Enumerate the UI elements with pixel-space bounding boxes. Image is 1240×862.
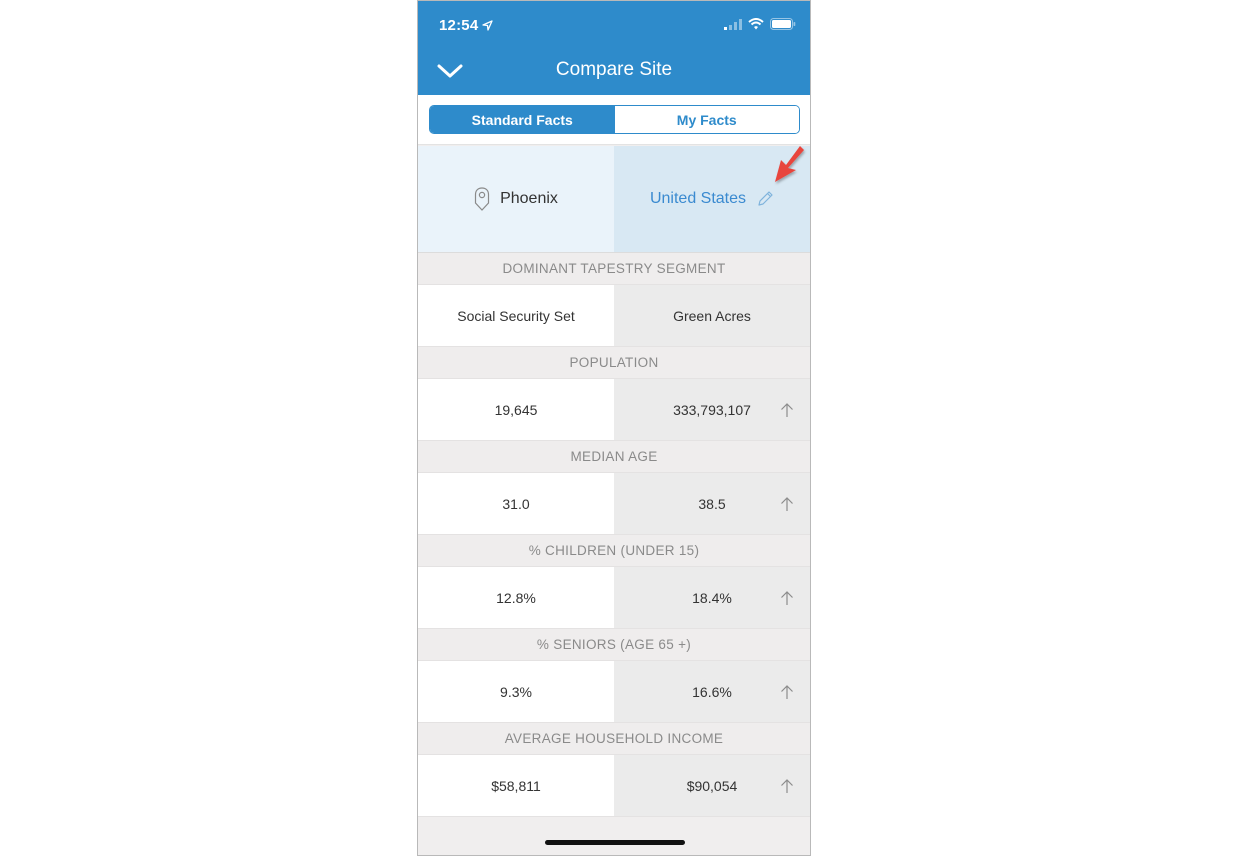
arrow-up-icon (781, 590, 793, 605)
fact-row-tapestry: Social Security Set Green Acres (418, 285, 810, 347)
fact-value-right: $90,054 (614, 755, 810, 816)
fact-row-household-income: $58,811 $90,054 (418, 755, 810, 817)
fact-label-children: % CHILDREN (UNDER 15) (418, 535, 810, 567)
site-united-states[interactable]: United States (614, 146, 810, 252)
battery-icon (770, 18, 796, 30)
pencil-icon[interactable] (756, 190, 774, 208)
tab-my-facts[interactable]: My Facts (614, 106, 799, 133)
arrow-up-icon (781, 496, 793, 511)
value-text: $90,054 (686, 777, 738, 794)
value-text: 18.4% (692, 589, 732, 606)
clock: 12:54 (439, 17, 479, 34)
site-right-name[interactable]: United States (650, 190, 746, 208)
facts-segmented-control-container: Standard Facts My Facts (418, 95, 810, 145)
value-text: 19,645 (494, 401, 538, 418)
fact-row-population: 19,645 333,793,107 (418, 379, 810, 441)
fact-label-tapestry: DOMINANT TAPESTRY SEGMENT (418, 253, 810, 285)
value-text: 16.6% (692, 683, 732, 700)
value-text: 31.0 (502, 495, 530, 512)
value-text: 333,793,107 (673, 401, 751, 418)
fact-row-children: 12.8% 18.4% (418, 567, 810, 629)
fact-label-median-age: MEDIAN AGE (418, 441, 810, 473)
location-arrow-icon (482, 20, 494, 31)
site-phoenix: Phoenix (418, 146, 614, 252)
fact-value-right: 16.6% (614, 661, 810, 722)
value-text: 12.8% (496, 589, 536, 606)
fact-value-left: 9.3% (418, 661, 614, 722)
fact-label-seniors: % SENIORS (AGE 65 +) (418, 629, 810, 661)
fact-value-left: Social Security Set (418, 285, 614, 346)
value-text: 38.5 (698, 495, 726, 512)
tab-standard-facts[interactable]: Standard Facts (430, 106, 615, 133)
site-left-name: Phoenix (500, 190, 558, 207)
fact-row-seniors: 9.3% 16.6% (418, 661, 810, 723)
arrow-up-icon (781, 778, 793, 793)
fact-value-left: 12.8% (418, 567, 614, 628)
home-indicator[interactable] (545, 840, 685, 845)
arrow-up-icon (781, 684, 793, 699)
fact-label-household-income: AVERAGE HOUSEHOLD INCOME (418, 723, 810, 755)
site-header-row: Phoenix United States (418, 146, 810, 253)
fact-value-left: 19,645 (418, 379, 614, 440)
status-icons (724, 18, 796, 30)
map-pin-icon (474, 187, 490, 211)
facts-segmented-control: Standard Facts My Facts (429, 105, 800, 134)
fact-value-right: 333,793,107 (614, 379, 810, 440)
app-header: 12:54 Compare Site (418, 1, 810, 95)
fact-value-left: $58,811 (418, 755, 614, 816)
facts-list: DOMINANT TAPESTRY SEGMENT Social Securit… (418, 253, 810, 817)
fact-label-population: POPULATION (418, 347, 810, 379)
fact-value-right: 38.5 (614, 473, 810, 534)
value-text: 9.3% (500, 683, 532, 700)
phone-screen: 12:54 Compare Site Standard Facts My Fac… (417, 0, 811, 856)
value-text: $58,811 (491, 777, 541, 794)
fact-value-left: 31.0 (418, 473, 614, 534)
fact-value-right: 18.4% (614, 567, 810, 628)
status-bar-time: 12:54 (439, 17, 494, 34)
wifi-icon (748, 18, 764, 30)
cellular-signal-icon (724, 18, 742, 30)
fact-row-median-age: 31.0 38.5 (418, 473, 810, 535)
page-title: Compare Site (555, 59, 673, 80)
arrow-up-icon (781, 402, 793, 417)
fact-value-right: Green Acres (614, 285, 810, 346)
